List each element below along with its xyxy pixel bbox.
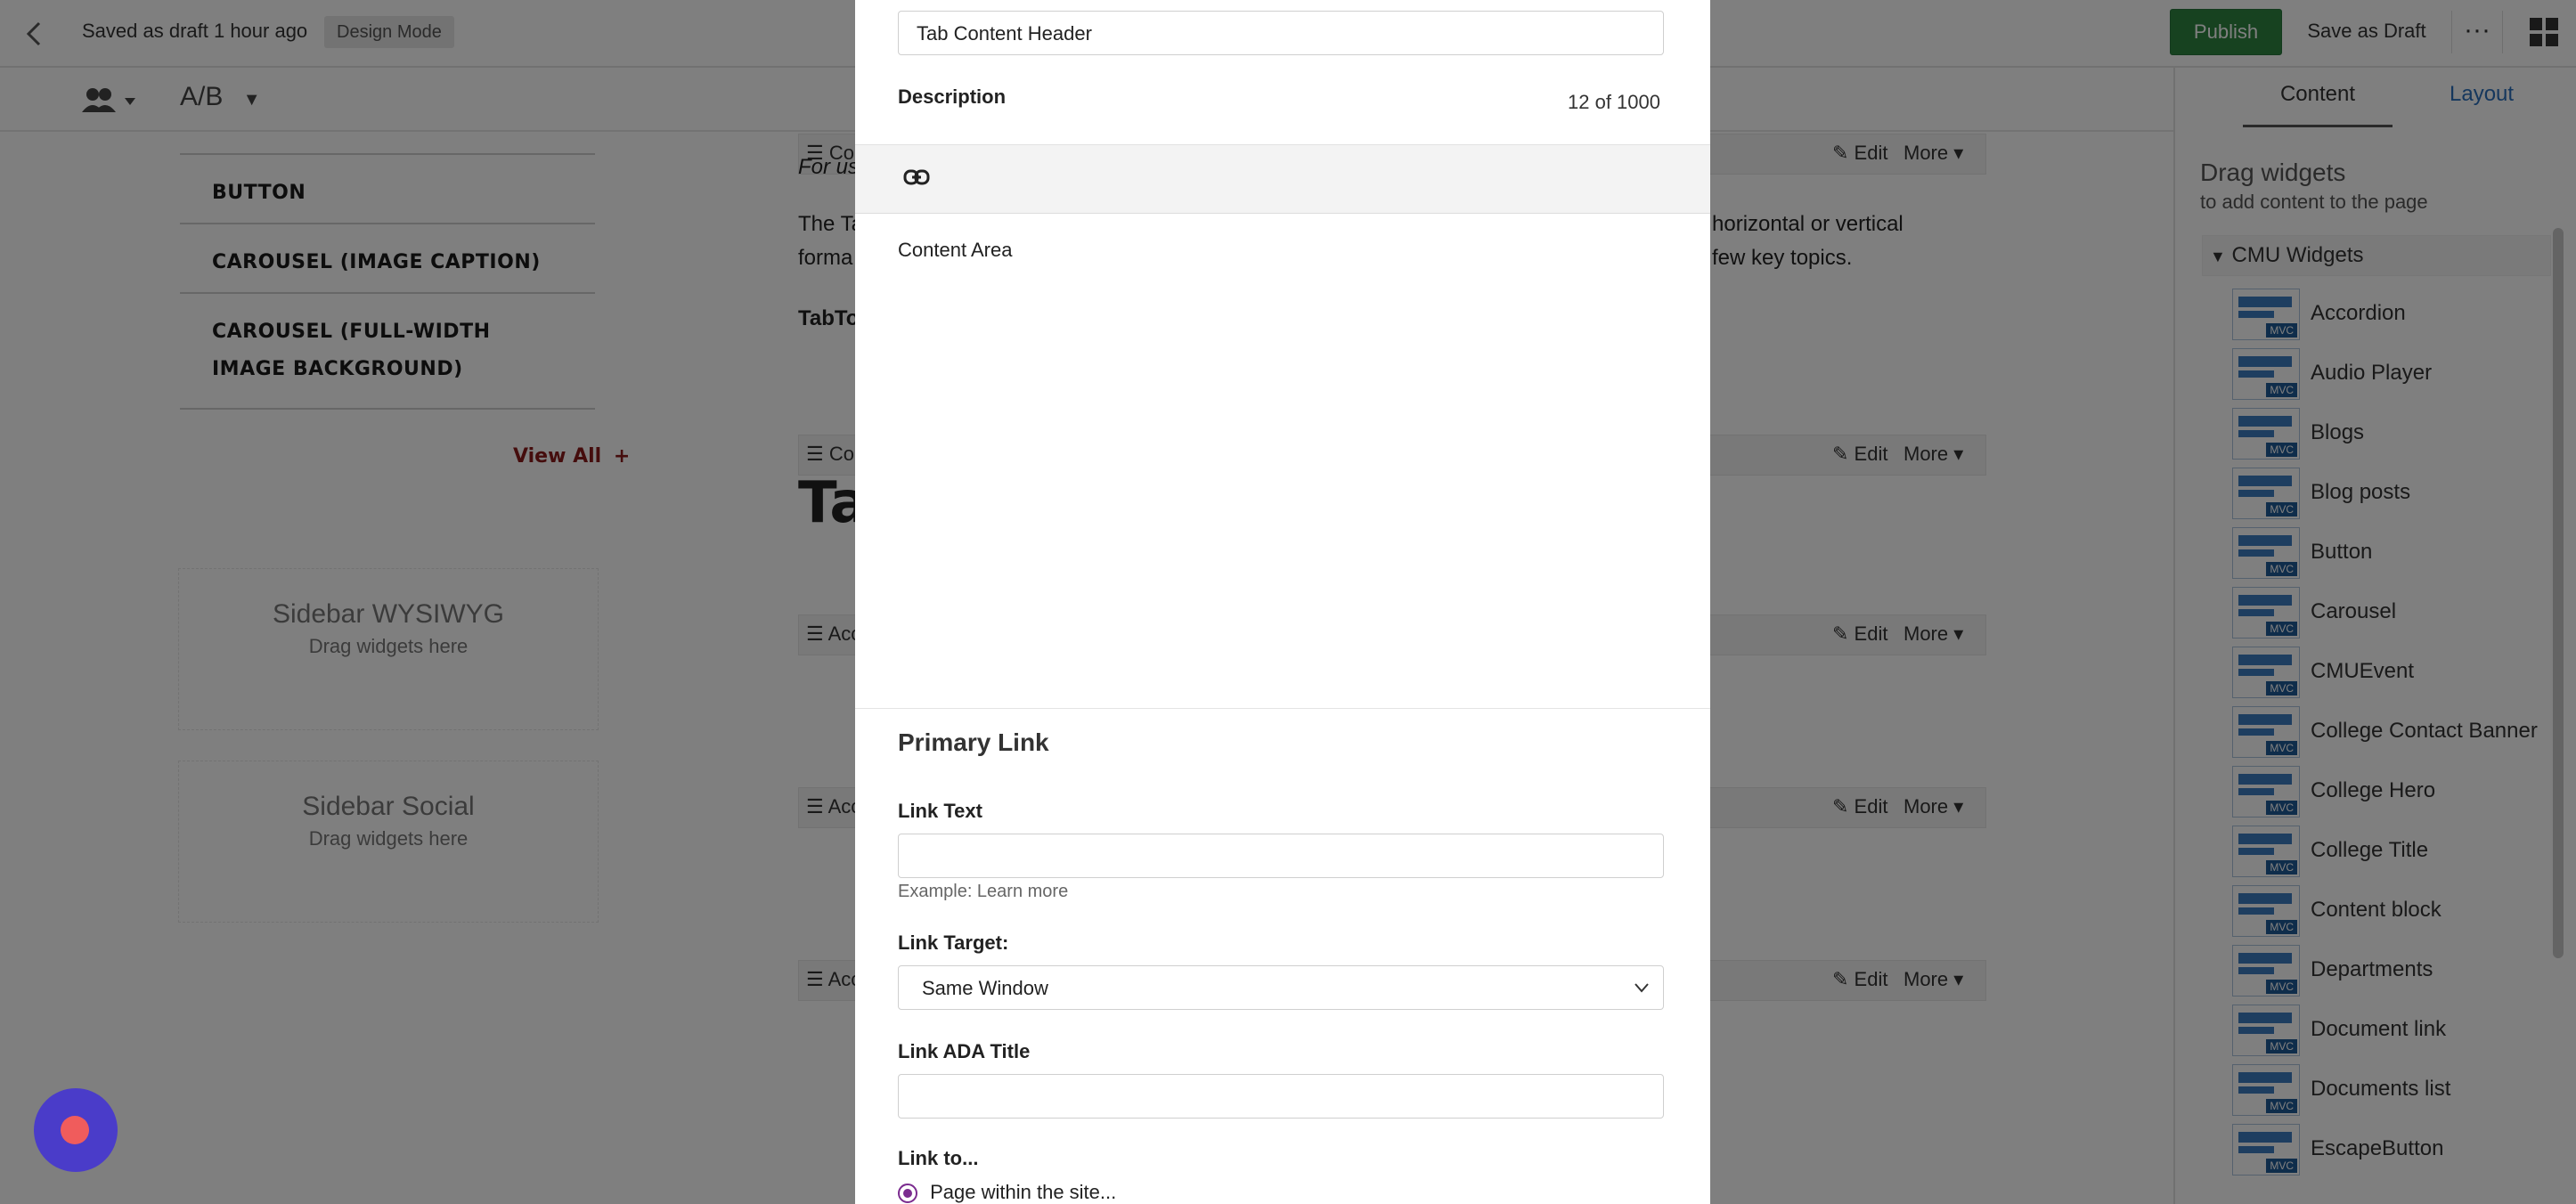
header-input[interactable]: Tab Content Header — [898, 11, 1664, 55]
record-dot-icon — [61, 1116, 89, 1144]
record-button[interactable] — [34, 1088, 118, 1172]
description-counter: 12 of 1000 — [1568, 91, 1660, 113]
divider — [855, 708, 1710, 709]
link-to-label: Link to... — [898, 1147, 979, 1169]
link-ada-label: Link ADA Title — [898, 1040, 1031, 1062]
link-icon[interactable] — [903, 167, 930, 192]
primary-link-heading: Primary Link — [898, 728, 1049, 756]
link-text-label: Link Text — [898, 800, 982, 822]
link-target-value: Same Window — [922, 977, 1048, 999]
radio-page-within-site[interactable]: Page within the site... — [898, 1181, 1116, 1204]
link-ada-input[interactable] — [898, 1074, 1664, 1119]
content-area-editor[interactable]: Content Area — [898, 239, 1012, 262]
radio-label: Page within the site... — [930, 1181, 1117, 1203]
link-target-select[interactable]: Same Window — [898, 965, 1664, 1010]
edit-widget-dialog: Tab Content Header Description 12 of 100… — [855, 0, 1710, 1204]
description-label: Description — [898, 85, 1007, 108]
chevron-down-icon — [1633, 966, 1651, 1025]
link-text-hint: Example: Learn more — [898, 882, 1069, 901]
editor-toolbar — [855, 144, 1710, 214]
link-target-label: Link Target: — [898, 931, 1009, 954]
radio-selected-icon[interactable] — [898, 1184, 917, 1204]
link-text-input[interactable] — [898, 834, 1664, 878]
